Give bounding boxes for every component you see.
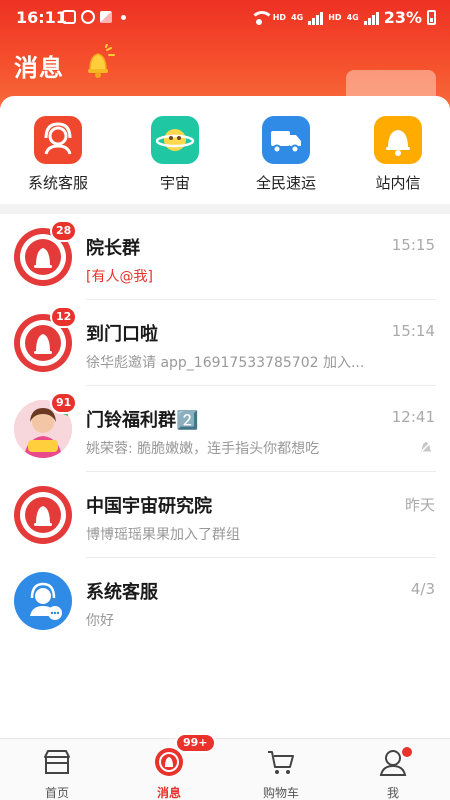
status-right: HD 4G HD 4G 23% xyxy=(249,8,436,27)
battery-icon xyxy=(427,10,436,25)
quick-action-system-service[interactable]: 系统客服 xyxy=(3,116,113,193)
weibo-icon xyxy=(81,10,95,24)
hd-label-2: HD xyxy=(328,13,342,22)
conversation-title: 院长群 xyxy=(86,238,140,259)
status-time: 16:11 xyxy=(16,8,67,27)
hd-label-1: HD xyxy=(272,13,287,22)
bottom-nav: 首页 99+ 消息 购物车 我 xyxy=(0,733,450,800)
tab-label: 消息 xyxy=(156,786,181,800)
conversation-item[interactable]: 91 门铃福利群2️⃣ 12:41 姚荣蓉: 脆脆嫩嫩，连手指头你都想吃 xyxy=(0,386,450,472)
conversation-item[interactable]: 系统客服 4/3 你好 xyxy=(0,558,450,644)
conversation-preview: 博博瑶瑶果果加入了群组 xyxy=(86,527,240,543)
conversation-time: 15:14 xyxy=(391,322,435,340)
unread-badge: 12 xyxy=(50,306,78,328)
section-divider xyxy=(0,204,450,214)
tab-cart[interactable]: 购物车 xyxy=(225,739,337,800)
conversation-preview: 徐华彪邀请 app_16917533785702 加入... xyxy=(86,355,365,371)
tab-messages[interactable]: 99+ 消息 xyxy=(113,733,225,800)
more-notifications-dot-icon xyxy=(121,14,126,20)
page-title: 消息 xyxy=(14,54,64,82)
conversation-time: 4/3 xyxy=(410,580,435,598)
tab-label: 购物车 xyxy=(262,786,299,800)
status-bar: 16:11 HD 4G HD 4G 23% xyxy=(0,0,450,36)
home-icon xyxy=(44,750,70,774)
conversation-preview: 你好 xyxy=(86,613,114,629)
conversation-time: 昨天 xyxy=(404,496,435,514)
headset-icon xyxy=(34,116,82,164)
conversation-preview: [有人@我] xyxy=(86,269,153,285)
network-label-1: 4G xyxy=(291,13,304,22)
conversation-item[interactable]: 12 到门口啦 15:14 徐华彪邀请 app_16917533785702 加… xyxy=(0,300,450,386)
conversation-time: 15:15 xyxy=(391,236,435,254)
conversation-item[interactable]: 28 院长群 15:15 [有人@我] xyxy=(0,214,450,300)
quick-action-label: 全民速运 xyxy=(255,174,316,192)
truck-icon xyxy=(262,116,310,164)
nav-unread-badge: 99+ xyxy=(175,733,216,753)
status-notification-icons xyxy=(62,10,126,24)
quick-action-inbox[interactable]: 站内信 xyxy=(343,116,450,193)
quick-action-universe[interactable]: 宇宙 xyxy=(120,116,230,193)
conversation-title: 系统客服 xyxy=(86,582,158,603)
conversation-preview: 姚荣蓉: 脆脆嫩嫩，连手指头你都想吃 xyxy=(86,441,320,457)
tab-label: 我 xyxy=(386,786,399,800)
bell-icon xyxy=(374,116,422,164)
conversation-time: 12:41 xyxy=(391,408,435,426)
quick-action-label: 宇宙 xyxy=(159,174,190,192)
conversation-item[interactable]: 中国宇宙研究院 昨天 博博瑶瑶果果加入了群组 xyxy=(0,472,450,558)
tab-me[interactable]: 我 xyxy=(337,739,449,800)
notification-dot xyxy=(402,747,412,757)
unread-badge: 91 xyxy=(50,392,78,414)
mute-bell-icon xyxy=(420,440,432,454)
app-notification-icon xyxy=(100,11,112,23)
quick-action-label: 站内信 xyxy=(375,174,421,192)
unread-badge: 28 xyxy=(50,220,78,242)
battery-percent: 23% xyxy=(383,8,422,27)
conversation-title: 到门口啦 xyxy=(86,324,158,345)
bell-avatar xyxy=(14,486,72,544)
quick-actions-panel: 系统客服 宇宙 全民速运 站内信 xyxy=(0,96,450,204)
signal-icon-2 xyxy=(363,11,379,25)
bell-icon xyxy=(88,44,115,78)
service-avatar xyxy=(14,572,72,630)
planet-icon xyxy=(151,116,199,164)
conversation-title: 中国宇宙研究院 xyxy=(86,496,212,517)
tab-home[interactable]: 首页 xyxy=(1,739,113,800)
quick-action-express[interactable]: 全民速运 xyxy=(231,116,341,193)
network-label-2: 4G xyxy=(346,13,359,22)
gallery-icon xyxy=(62,10,76,24)
header: 16:11 HD 4G HD 4G 23% 消息 xyxy=(0,0,450,110)
conversation-title: 门铃福利群2️⃣ xyxy=(86,410,199,431)
signal-icon-1 xyxy=(308,11,324,25)
cart-icon xyxy=(268,751,294,774)
wifi-icon xyxy=(249,10,274,25)
tab-label: 首页 xyxy=(44,786,69,800)
quick-action-label: 系统客服 xyxy=(27,174,88,192)
